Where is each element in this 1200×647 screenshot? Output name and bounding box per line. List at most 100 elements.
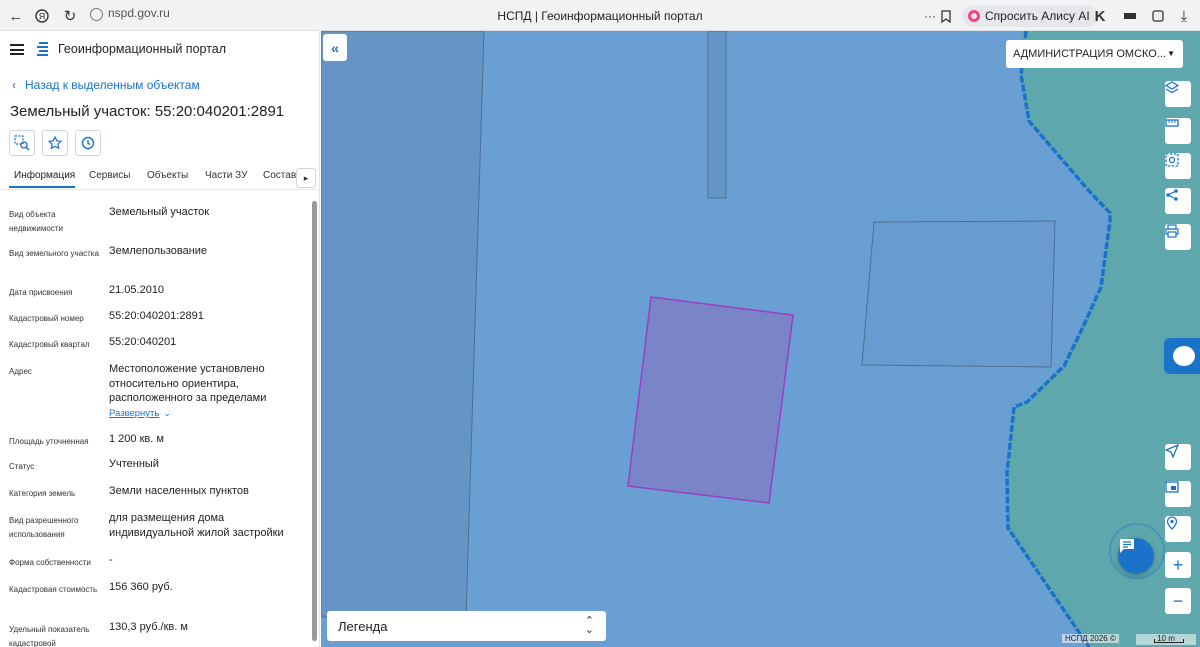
location-pin-icon	[1166, 516, 1178, 530]
property-value: -	[109, 554, 113, 566]
double-chevron-left-icon: «	[331, 39, 339, 56]
property-label: Дата присвоения	[9, 288, 73, 297]
chat-button[interactable]	[1118, 538, 1154, 574]
extension-icon[interactable]: K	[1090, 6, 1110, 26]
tab-composition[interactable]: Состав	[263, 170, 296, 181]
measure-button[interactable]	[1165, 118, 1191, 144]
basemap-icon	[1165, 481, 1179, 493]
tab-information[interactable]: Информация	[14, 170, 75, 181]
tab-services[interactable]: Сервисы	[89, 170, 130, 181]
ask-alisa-button[interactable]: Спросить Алису AI	[962, 5, 1098, 27]
back-link-label: Назад к выделенным объектам	[25, 78, 200, 92]
select-area-button[interactable]	[1165, 153, 1191, 179]
tab-land-parts[interactable]: Части ЗУ	[205, 170, 247, 181]
print-button[interactable]	[1165, 224, 1191, 250]
address-bar[interactable]: nspd.gov.ru	[108, 6, 170, 20]
property-value: 55:20:040201:2891	[109, 310, 204, 322]
plus-icon: +	[1172, 554, 1184, 575]
share-button[interactable]	[1165, 188, 1191, 214]
property-label: Форма собственности	[9, 558, 91, 567]
property-value: Учтенный	[109, 458, 159, 470]
map-view[interactable]: « АДМИНИСТРАЦИЯ ОМСКО... ▼ + − Легенда ⌃…	[321, 31, 1200, 647]
expand-link-label: Развернуть	[109, 408, 160, 419]
back-to-selection-link[interactable]: ‹ Назад к выделенным объектам	[12, 78, 200, 92]
property-value: Земли населенных пунктов	[109, 485, 249, 497]
panel-scrollbar[interactable]	[312, 201, 317, 642]
tabs-scroll-button[interactable]: ▸	[296, 168, 316, 188]
property-value: 156 360 руб.	[109, 581, 173, 593]
admin-select-value: АДМИНИСТРАЦИЯ ОМСКО...	[1013, 48, 1167, 60]
selected-parcel[interactable]	[627, 296, 794, 504]
property-label: Статус	[9, 462, 35, 471]
favorite-button[interactable]	[42, 130, 68, 156]
property-value: Местоположение установлено относительно …	[109, 363, 267, 404]
property-value: 55:20:040201	[109, 336, 177, 348]
location-search-button[interactable]	[1165, 516, 1191, 542]
property-label: Кадастровый номер	[9, 314, 84, 323]
history-icon	[81, 136, 95, 150]
downloads-icon[interactable]	[1120, 6, 1140, 26]
geolocate-button[interactable]	[1165, 444, 1191, 470]
property-label: Адрес	[9, 367, 32, 376]
layers-button[interactable]	[1165, 81, 1191, 107]
chevron-down-icon: ⌄	[163, 408, 171, 418]
property-value: Землепользование	[109, 245, 208, 257]
map-canvas[interactable]	[321, 31, 1200, 647]
side-panel-tab[interactable]	[1164, 338, 1200, 374]
info-tabs: Информация Сервисы Объекты Части ЗУ Сост…	[0, 164, 319, 190]
legend-label: Легенда	[338, 618, 388, 634]
history-button[interactable]	[75, 130, 101, 156]
parcel-left[interactable]	[321, 31, 485, 618]
scrollbar-thumb[interactable]	[312, 201, 317, 641]
navigation-arrow-icon	[1165, 444, 1179, 458]
yandex-icon[interactable]: Я	[32, 6, 52, 26]
tab-objects[interactable]: Объекты	[147, 170, 188, 181]
layers-icon	[1165, 81, 1179, 94]
printer-icon	[1165, 224, 1179, 238]
property-value: 130,3 руб./кв. м	[109, 621, 188, 633]
reload-icon[interactable]: ↻	[60, 6, 80, 26]
zoom-in-button[interactable]: +	[1165, 552, 1191, 578]
parcel-right[interactable]	[861, 220, 1056, 368]
portal-logo-icon	[37, 42, 48, 56]
ruler-icon	[1165, 119, 1179, 127]
property-label: Категория земель	[9, 489, 76, 498]
site-info-icon[interactable]	[90, 8, 103, 21]
browser-toolbar: ← Я ↻ nspd.gov.ru НСПД | Геоинформационн…	[0, 0, 1200, 31]
alisa-icon	[968, 10, 980, 22]
map-copyright: НСПД 2026 ©	[1062, 634, 1119, 643]
select-area-icon	[14, 135, 30, 151]
select-area-icon	[1165, 153, 1179, 167]
property-label: Площадь уточненная	[9, 437, 89, 446]
object-info-panel: Геоинформационный портал ‹ Назад к выделе…	[0, 31, 320, 647]
download-arrow-icon[interactable]: ⤓	[1174, 6, 1194, 26]
property-label: Вид разрешенного использования	[9, 516, 79, 539]
parcel-strip[interactable]	[707, 31, 727, 199]
property-value: 21.05.2010	[109, 284, 165, 296]
property-value: для размещения дома индивидуальной жилой…	[109, 512, 284, 539]
admin-unit-select[interactable]: АДМИНИСТРАЦИЯ ОМСКО... ▼	[1006, 40, 1183, 68]
property-label: Вид объекта недвижимости	[9, 210, 63, 233]
bookmark-icon[interactable]	[936, 6, 956, 26]
basemap-button[interactable]	[1165, 481, 1191, 507]
property-value: Земельный участок	[109, 206, 210, 218]
object-title: Земельный участок: 55:20:040201:2891	[10, 103, 285, 120]
back-arrow-icon[interactable]: ←	[6, 6, 26, 26]
property-label: Удельный показатель кадастровой	[9, 625, 90, 647]
property-label: Кадастровый квартал	[9, 340, 90, 349]
zoom-out-button[interactable]: −	[1165, 588, 1191, 614]
chevron-right-icon: ▸	[303, 172, 309, 183]
expand-address-link[interactable]: Развернуть ⌄	[109, 408, 171, 419]
menu-icon[interactable]	[10, 44, 24, 55]
legend-toggle[interactable]: Легенда ⌃ ⌄	[327, 611, 606, 641]
minus-icon: −	[1172, 590, 1184, 611]
scale-bar: 10 m	[1136, 634, 1196, 645]
assistant-icon	[1173, 346, 1195, 366]
collections-icon[interactable]	[1148, 6, 1168, 26]
select-on-map-button[interactable]	[9, 130, 35, 156]
share-icon	[1166, 189, 1178, 201]
app-title: Геоинформационный портал	[58, 42, 227, 56]
property-label: Вид земельного участка	[9, 249, 99, 258]
collapse-panel-button[interactable]: «	[323, 34, 347, 61]
up-down-icon: ⌃ ⌄	[584, 615, 594, 636]
